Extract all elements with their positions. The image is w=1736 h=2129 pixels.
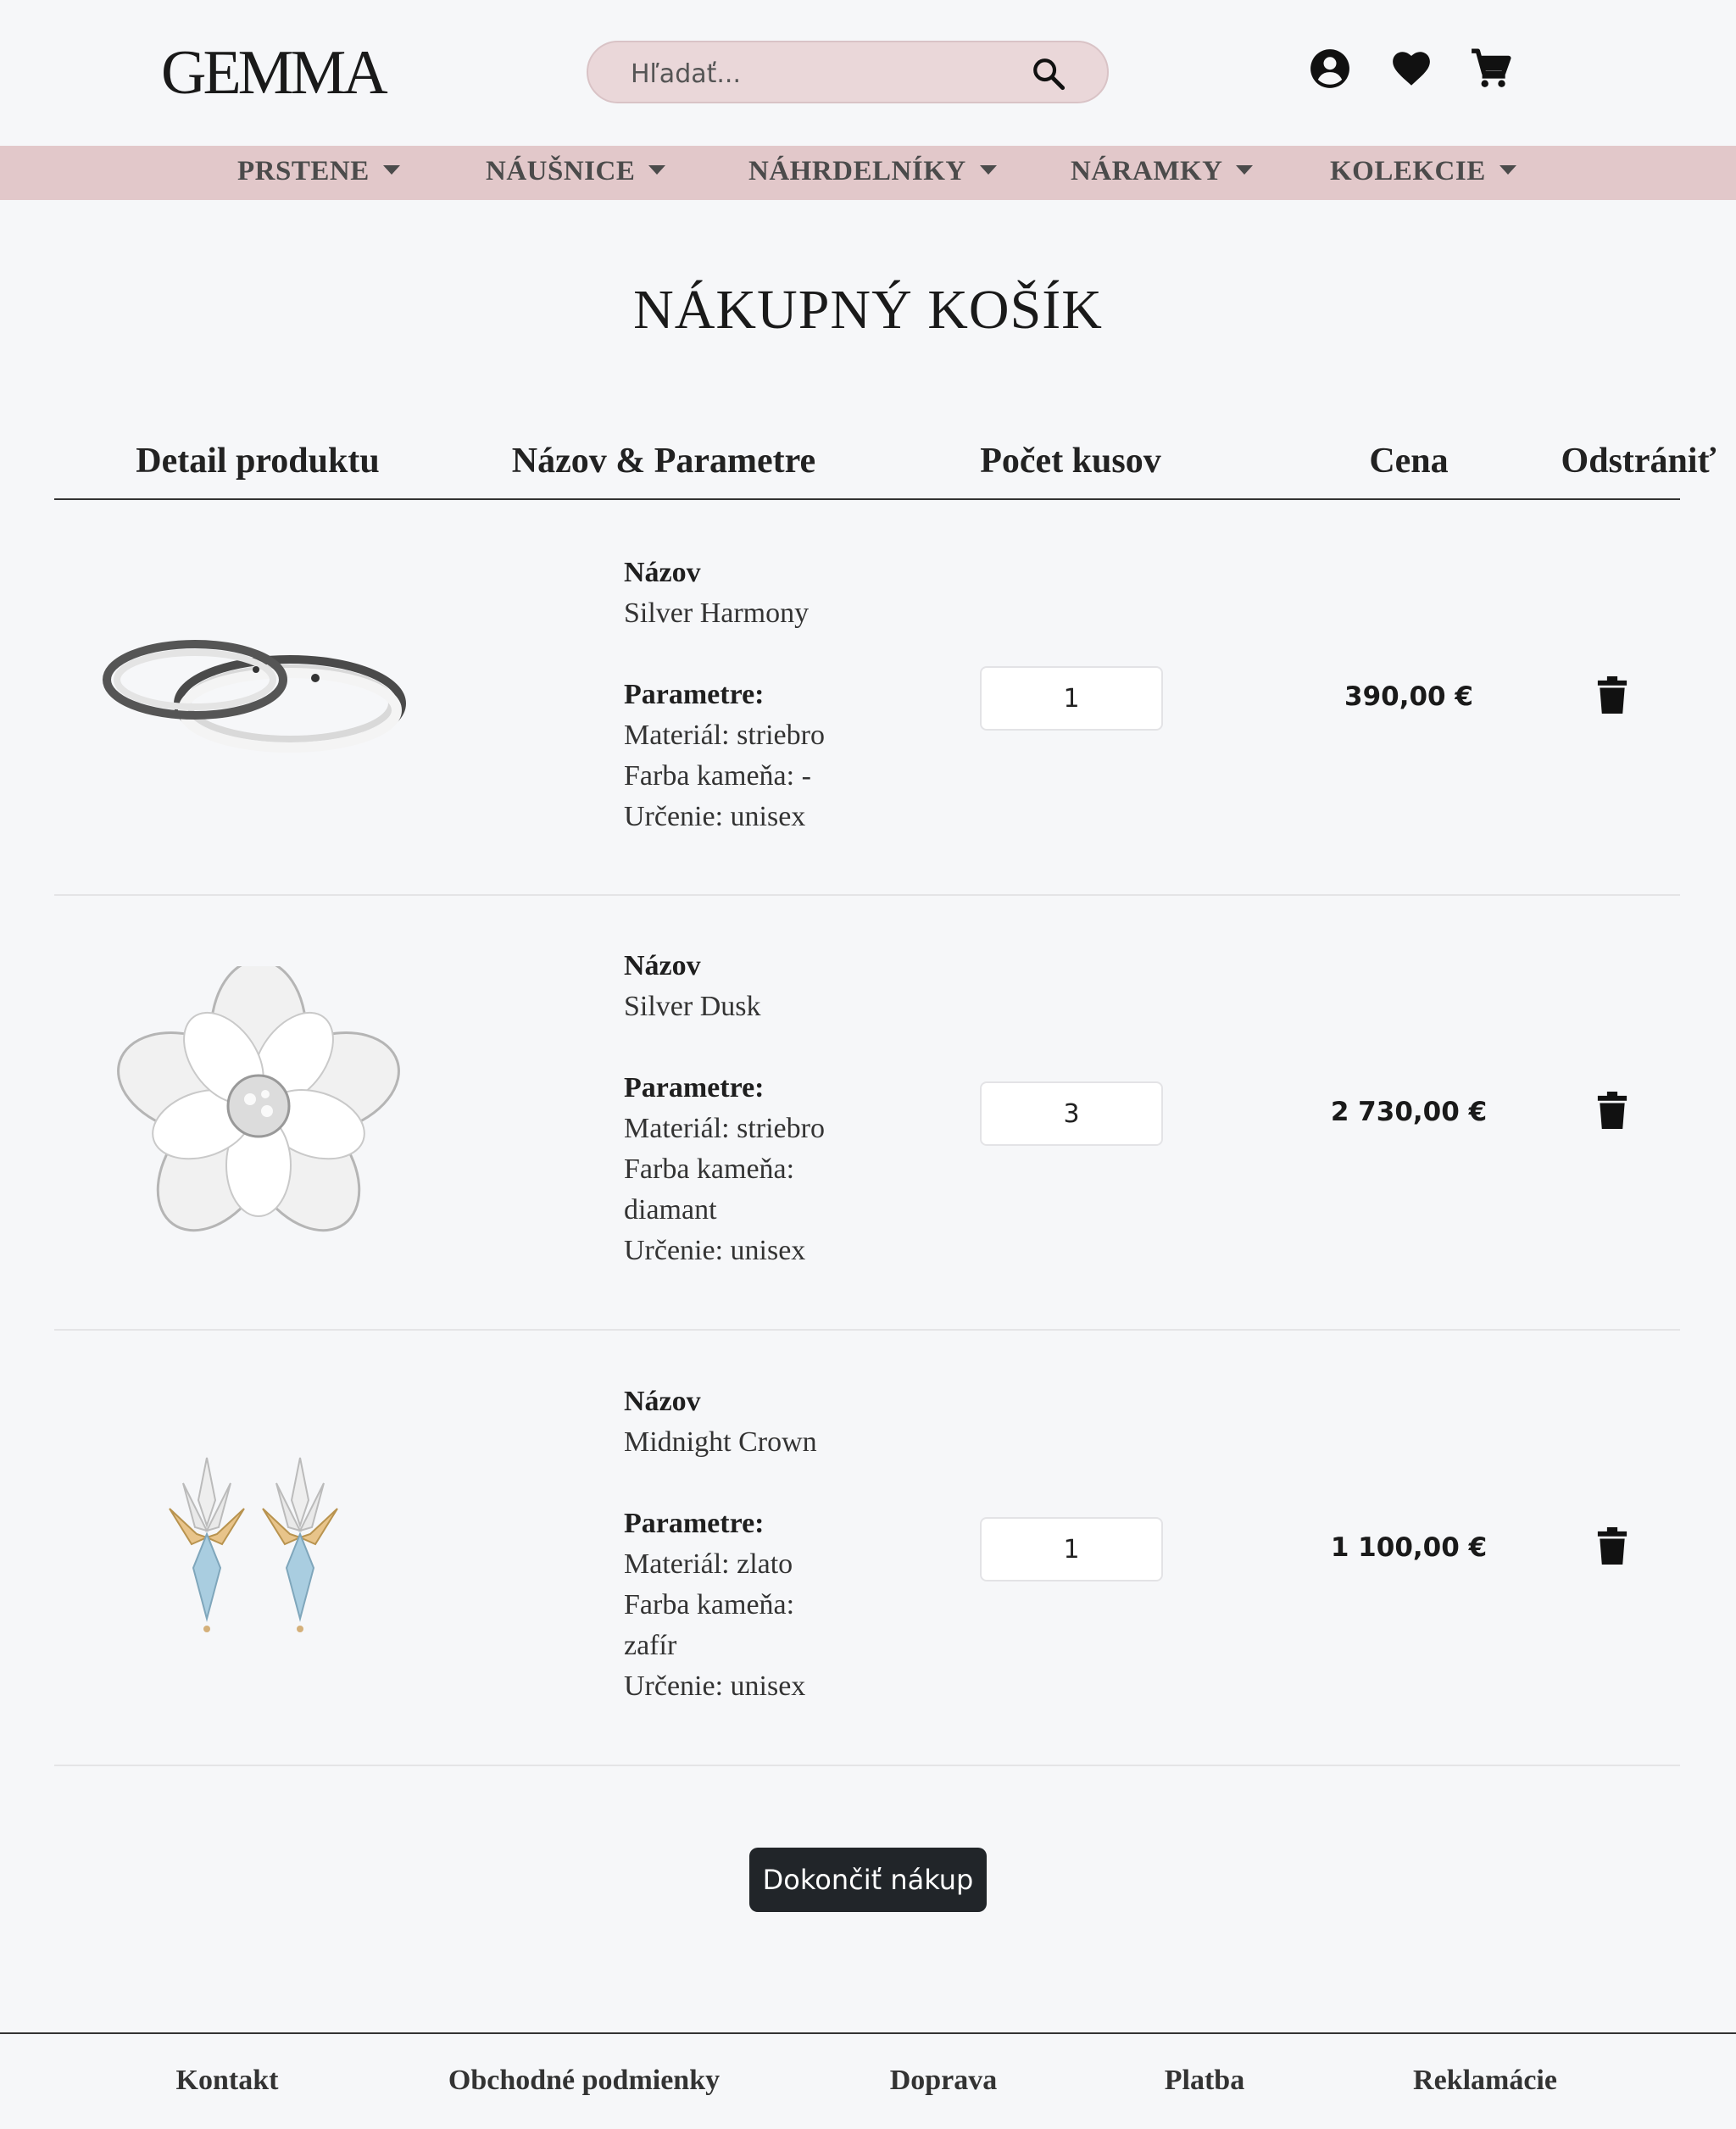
column-header-price: Cena <box>1369 442 1449 481</box>
product-info: Názov Midnight Crown Parametre: Materiál… <box>624 1381 817 1707</box>
caret-down-icon <box>648 164 666 175</box>
nav-item-nausnice[interactable]: NÁUŠNICE <box>486 156 666 190</box>
params-label: Parametre: <box>624 679 765 710</box>
param-gender: Určenie: unisex <box>624 801 806 832</box>
nav-item-label: NÁRAMKY <box>1071 156 1223 186</box>
footer-link-kontakt[interactable]: Kontakt <box>176 2065 279 2097</box>
main-nav: PRSTENE NÁUŠNICE NÁHRDELNÍKY NÁRAMKY KOL… <box>0 146 1736 200</box>
finish-order-button[interactable]: Dokončiť nákup <box>749 1848 987 1912</box>
heart-icon[interactable] <box>1390 47 1433 90</box>
param-gender: Určenie: unisex <box>624 1670 806 1702</box>
caret-down-icon <box>979 164 997 175</box>
product-name: Silver Dusk <box>624 991 761 1022</box>
row-divider <box>54 1765 1680 1766</box>
row-divider <box>54 1329 1680 1331</box>
param-material: Materiál: striebro <box>624 720 825 751</box>
footer-link-shipping[interactable]: Doprava <box>890 2065 998 2097</box>
column-header-remove: Odstrániť <box>1561 442 1717 481</box>
nav-item-label: NÁHRDELNÍKY <box>748 156 966 186</box>
name-label: Názov <box>624 557 701 588</box>
quantity-input[interactable] <box>980 1081 1163 1146</box>
product-image-silver-rings[interactable] <box>95 619 417 788</box>
param-stone-color-value: zafír <box>624 1630 677 1661</box>
param-material: Materiál: zlato <box>624 1548 793 1580</box>
nav-item-kolekcie[interactable]: KOLEKCIE <box>1330 156 1516 190</box>
nav-item-prstene[interactable]: PRSTENE <box>237 156 400 190</box>
nav-item-label: PRSTENE <box>237 156 370 186</box>
product-image-silver-flower[interactable] <box>110 966 407 1246</box>
column-header-name-params: Názov & Parametre <box>511 442 816 481</box>
caret-down-icon <box>382 164 400 175</box>
footer-link-payment[interactable]: Platba <box>1165 2065 1244 2097</box>
params-label: Parametre: <box>624 1508 765 1539</box>
search-icon[interactable] <box>1031 56 1066 92</box>
trash-icon[interactable] <box>1597 1527 1628 1565</box>
nav-item-naramky[interactable]: NÁRAMKY <box>1071 156 1254 190</box>
search-input[interactable] <box>629 53 1005 95</box>
product-name: Silver Harmony <box>624 598 810 629</box>
row-divider <box>54 894 1680 896</box>
product-info: Názov Silver Harmony Parametre: Materiál… <box>624 553 825 837</box>
header-divider <box>54 498 1680 500</box>
trash-icon[interactable] <box>1597 1092 1628 1129</box>
product-price: 390,00 € <box>1344 681 1473 712</box>
caret-down-icon <box>1236 164 1254 175</box>
param-gender: Určenie: unisex <box>624 1235 806 1266</box>
trash-icon[interactable] <box>1597 676 1628 714</box>
footer-link-terms[interactable]: Obchodné podmienky <box>448 2065 720 2097</box>
product-name: Midnight Crown <box>624 1426 817 1458</box>
product-image-gold-earrings[interactable] <box>158 1449 366 1644</box>
param-material: Materiál: striebro <box>624 1113 825 1144</box>
nav-item-label: NÁUŠNICE <box>486 156 636 186</box>
footer-link-complaints[interactable]: Reklamácie <box>1413 2065 1557 2097</box>
product-info: Názov Silver Dusk Parametre: Materiál: s… <box>624 946 825 1271</box>
name-label: Názov <box>624 1386 701 1417</box>
name-label: Názov <box>624 950 701 981</box>
column-header-quantity: Počet kusov <box>980 442 1161 481</box>
param-stone-color: Farba kameňa: <box>624 1589 795 1620</box>
product-price: 1 100,00 € <box>1330 1532 1488 1563</box>
quantity-input[interactable] <box>980 666 1163 731</box>
params-label: Parametre: <box>624 1072 765 1103</box>
product-price: 2 730,00 € <box>1330 1097 1488 1127</box>
footer-divider <box>0 2032 1736 2034</box>
nav-item-label: KOLEKCIE <box>1330 156 1486 186</box>
caret-down-icon <box>1499 164 1516 175</box>
cart-icon[interactable] <box>1470 47 1512 90</box>
param-stone-color: Farba kameňa: <box>624 1153 795 1185</box>
site-header: GEMMA <box>0 0 1736 146</box>
account-icon[interactable] <box>1309 47 1351 90</box>
quantity-input[interactable] <box>980 1517 1163 1581</box>
page-title: NÁKUPNÝ KOŠÍK <box>633 279 1103 341</box>
param-stone-color-value: diamant <box>624 1194 717 1226</box>
param-stone-color: Farba kameňa: - <box>624 760 811 792</box>
column-header-detail: Detail produktu <box>136 442 380 481</box>
brand-logo[interactable]: GEMMA <box>161 37 388 109</box>
search-bar[interactable] <box>587 41 1109 103</box>
nav-item-nahrdelniky[interactable]: NÁHRDELNÍKY <box>748 156 997 190</box>
